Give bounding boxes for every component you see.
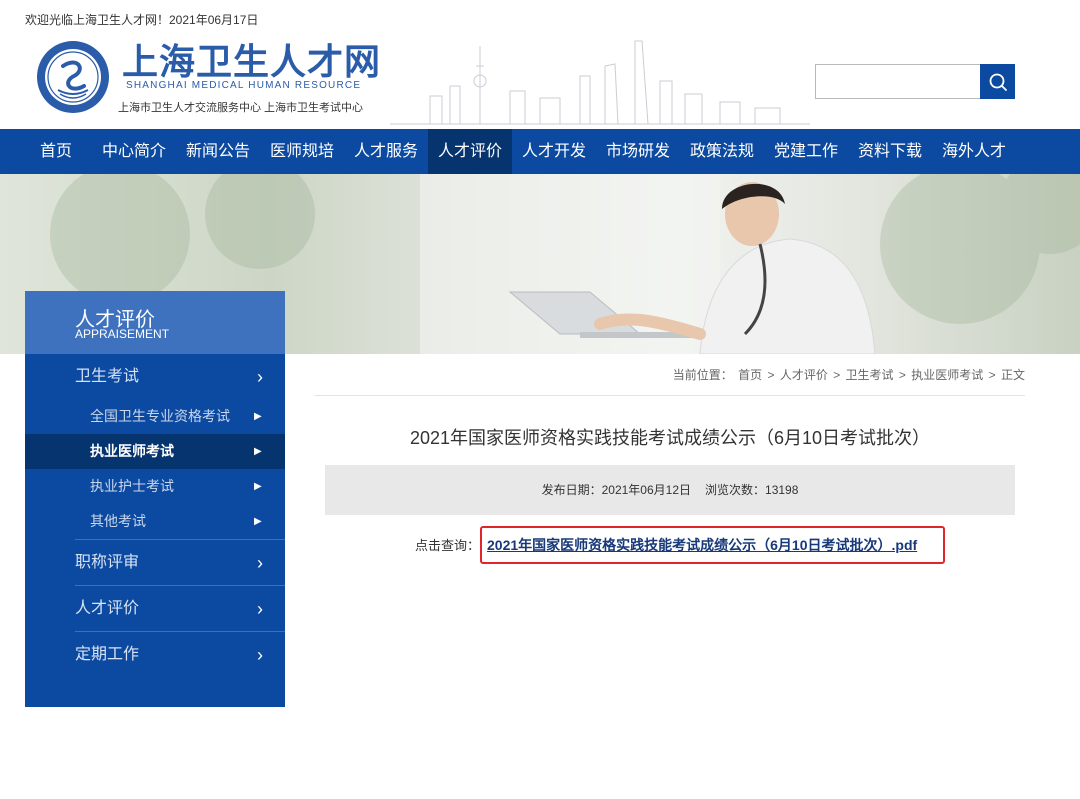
breadcrumb-link-health-exams[interactable]: 卫生考试	[846, 368, 894, 382]
sidebar-item-label: 定期工作	[75, 646, 140, 663]
article-meta: 发布日期：2021年06月12日 浏览次数：13198	[325, 465, 1015, 515]
nav-item-about[interactable]: 中心简介	[93, 129, 175, 174]
breadcrumb-current: 正文	[1000, 368, 1025, 382]
nav-item-news[interactable]: 新闻公告	[177, 129, 259, 174]
search-input[interactable]	[815, 64, 981, 99]
breadcrumb-link-home[interactable]: 首页	[738, 368, 762, 382]
publish-date-label: 发布日期：	[541, 483, 602, 497]
sidebar: 人才评价 APPRAISEMENT 卫生考试 › 全国卫生专业资格考试 ▶ 执业…	[25, 291, 285, 707]
search-icon	[989, 73, 1007, 91]
sidebar-subitem-nurse-exam[interactable]: 执业护士考试 ▶	[25, 469, 285, 504]
breadcrumb-separator: >	[898, 368, 906, 382]
nav-item-market-research[interactable]: 市场研发	[597, 129, 679, 174]
sidebar-item-title-review[interactable]: 职称评审 ›	[25, 540, 285, 586]
sidebar-item-regular-work[interactable]: 定期工作 ›	[25, 632, 285, 678]
sidebar-item-label: 职称评审	[75, 554, 140, 571]
sidebar-subitem-other-exams[interactable]: 其他考试 ▶	[25, 504, 285, 539]
nav-item-overseas-talent[interactable]: 海外人才	[933, 129, 1015, 174]
triangle-right-icon: ▶	[254, 481, 262, 492]
skyline-illustration	[390, 40, 810, 125]
chevron-right-icon: ›	[257, 367, 263, 387]
article-title: 2021年国家医师资格实践技能考试成绩公示（6月10日考试批次）	[409, 428, 931, 448]
sidebar-header: 人才评价 APPRAISEMENT	[25, 291, 285, 354]
sidebar-item-talent-evaluation[interactable]: 人才评价 ›	[25, 586, 285, 632]
nav-item-policy[interactable]: 政策法规	[681, 129, 763, 174]
breadcrumb-separator: >	[767, 368, 775, 382]
triangle-right-icon: ▶	[254, 446, 262, 457]
breadcrumb-prefix: 当前位置：	[672, 368, 733, 382]
sidebar-subitem-label: 其他考试	[90, 513, 146, 529]
nav-item-talent-development[interactable]: 人才开发	[513, 129, 595, 174]
query-label: 点击查询：	[415, 538, 481, 553]
search-button[interactable]	[980, 64, 1015, 99]
chevron-right-icon: ›	[257, 553, 263, 573]
sidebar-item-label: 人才评价	[75, 600, 140, 617]
breadcrumb-separator: >	[833, 368, 841, 382]
sidebar-item-health-exams[interactable]: 卫生考试 ›	[25, 354, 285, 400]
view-count-label: 浏览次数：	[705, 483, 766, 497]
site-logo-subtitle-en: SHANGHAI MEDICAL HUMAN RESOURCE	[126, 80, 362, 91]
sidebar-subitem-label: 执业医师考试	[90, 443, 174, 459]
nav-item-talent-service[interactable]: 人才服务	[345, 129, 427, 174]
breadcrumb-link-talent-evaluation[interactable]: 人才评价	[780, 368, 828, 382]
nav-item-home[interactable]: 首页	[23, 129, 89, 174]
breadcrumb-divider	[315, 395, 1025, 396]
breadcrumb-link-physician-exam[interactable]: 执业医师考试	[911, 368, 983, 382]
chevron-right-icon: ›	[257, 599, 263, 619]
chevron-right-icon: ›	[257, 645, 263, 665]
sidebar-subitem-label: 全国卫生专业资格考试	[90, 408, 230, 424]
sidebar-subitem-label: 执业护士考试	[90, 478, 174, 494]
publish-date: 2021年06月12日	[601, 483, 692, 497]
attachment-pdf-link[interactable]: 2021年国家医师资格实践技能考试成绩公示（6月10日考试批次）.pdf	[487, 535, 917, 555]
breadcrumb: 当前位置： 首页 > 人才评价 > 卫生考试 > 执业医师考试 > 正文	[500, 366, 1025, 383]
nav-item-party-building[interactable]: 党建工作	[765, 129, 847, 174]
nav-item-downloads[interactable]: 资料下载	[849, 129, 931, 174]
triangle-right-icon: ▶	[254, 411, 262, 422]
nav-item-residency-training[interactable]: 医师规培	[261, 129, 343, 174]
nav-item-talent-evaluation[interactable]: 人才评价	[428, 129, 512, 174]
sidebar-subitem-national-health-qualification[interactable]: 全国卫生专业资格考试 ▶	[25, 399, 285, 434]
view-count: 13198	[765, 483, 799, 497]
main-nav: 首页 中心简介 新闻公告 医师规培 人才服务 人才评价 人才开发 市场研发 政策…	[0, 129, 1080, 174]
site-logo-organizations: 上海市卫生人才交流服务中心 上海市卫生考试中心	[118, 102, 364, 114]
sidebar-subitem-physician-exam[interactable]: 执业医师考试 ▶	[25, 434, 285, 469]
site-logo-emblem	[37, 41, 109, 113]
site-logo-title: 上海卫生人才网	[122, 41, 382, 83]
breadcrumb-separator: >	[988, 368, 996, 382]
sidebar-title-en: APPRAISEMENT	[75, 327, 170, 341]
sidebar-item-label: 卫生考试	[75, 368, 140, 385]
attachment-highlight-box: 2021年国家医师资格实践技能考试成绩公示（6月10日考试批次）.pdf	[480, 526, 945, 564]
triangle-right-icon: ▶	[254, 516, 262, 527]
welcome-text: 欢迎光临上海卫生人才网！2021年06月17日	[25, 13, 259, 27]
